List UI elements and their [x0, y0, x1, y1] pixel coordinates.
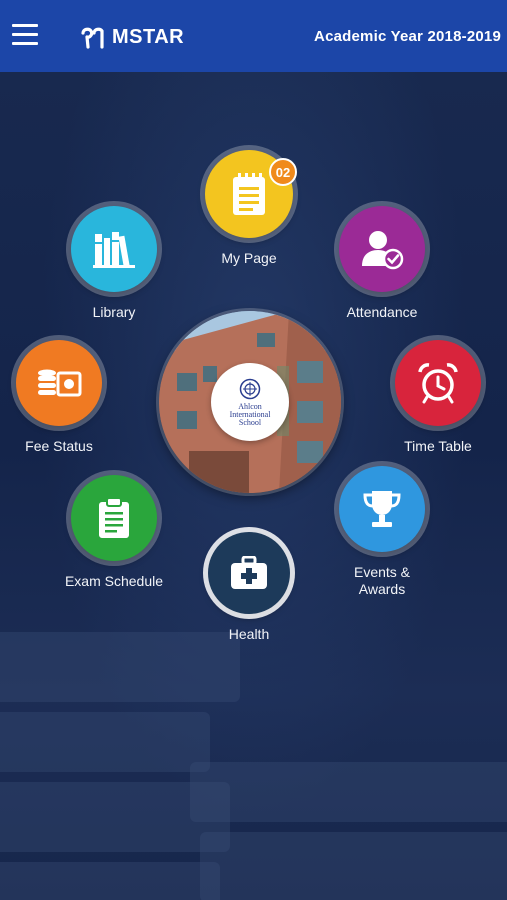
menu-item-health[interactable]: Health: [179, 532, 319, 643]
user-check-icon: [362, 231, 404, 270]
alarm-clock-icon: [418, 363, 458, 404]
first-aid-icon: [231, 556, 267, 589]
health-circle: [208, 532, 290, 614]
academic-year: Academic Year 2018-2019: [314, 28, 501, 45]
coins-icon: [38, 369, 82, 397]
events-awards-label: Events & Awards: [353, 564, 411, 597]
hamburger-menu-icon[interactable]: [12, 24, 38, 46]
fee-status-label: Fee Status: [25, 438, 93, 454]
brand-name: MSTAR: [112, 26, 185, 48]
exam-schedule-circle: [71, 475, 157, 561]
app-bar: MSTAR Academic Year 2018-2019: [0, 0, 507, 72]
menu-item-time-table[interactable]: Time Table: [368, 340, 507, 455]
brand-logo: MSTAR: [80, 26, 184, 49]
time-table-circle: [395, 340, 481, 426]
clipboard-icon: [99, 497, 129, 538]
mstar-logo-icon: [81, 27, 104, 49]
trophy-icon: [363, 491, 401, 527]
health-label: Health: [228, 626, 270, 642]
menu-item-events-awards[interactable]: Events & Awards: [312, 466, 452, 598]
menu-item-fee-status[interactable]: Fee Status: [0, 340, 129, 455]
notepad-icon: [233, 173, 265, 215]
fee-status-circle: [16, 340, 102, 426]
my-page-circle: 02: [205, 150, 297, 238]
library-circle: [71, 206, 157, 292]
menu-item-attendance[interactable]: Attendance: [312, 206, 452, 321]
attendance-circle: [339, 206, 425, 292]
my-page-label: My Page: [221, 250, 277, 266]
exam-schedule-label: Exam Schedule: [64, 573, 164, 589]
menu-item-my-page[interactable]: 02 My Page: [179, 150, 319, 267]
books-icon: [93, 232, 135, 268]
school-logo: Ahlcon International School: [211, 363, 289, 441]
menu-item-exam-schedule[interactable]: Exam Schedule: [44, 475, 184, 590]
school-name: Ahlcon International School: [229, 401, 271, 427]
school-emblem-icon: [239, 378, 261, 399]
time-table-label: Time Table: [404, 438, 472, 454]
events-awards-circle: [339, 466, 425, 552]
notification-badge: 02: [269, 158, 297, 186]
menu-item-library[interactable]: Library: [44, 206, 184, 321]
